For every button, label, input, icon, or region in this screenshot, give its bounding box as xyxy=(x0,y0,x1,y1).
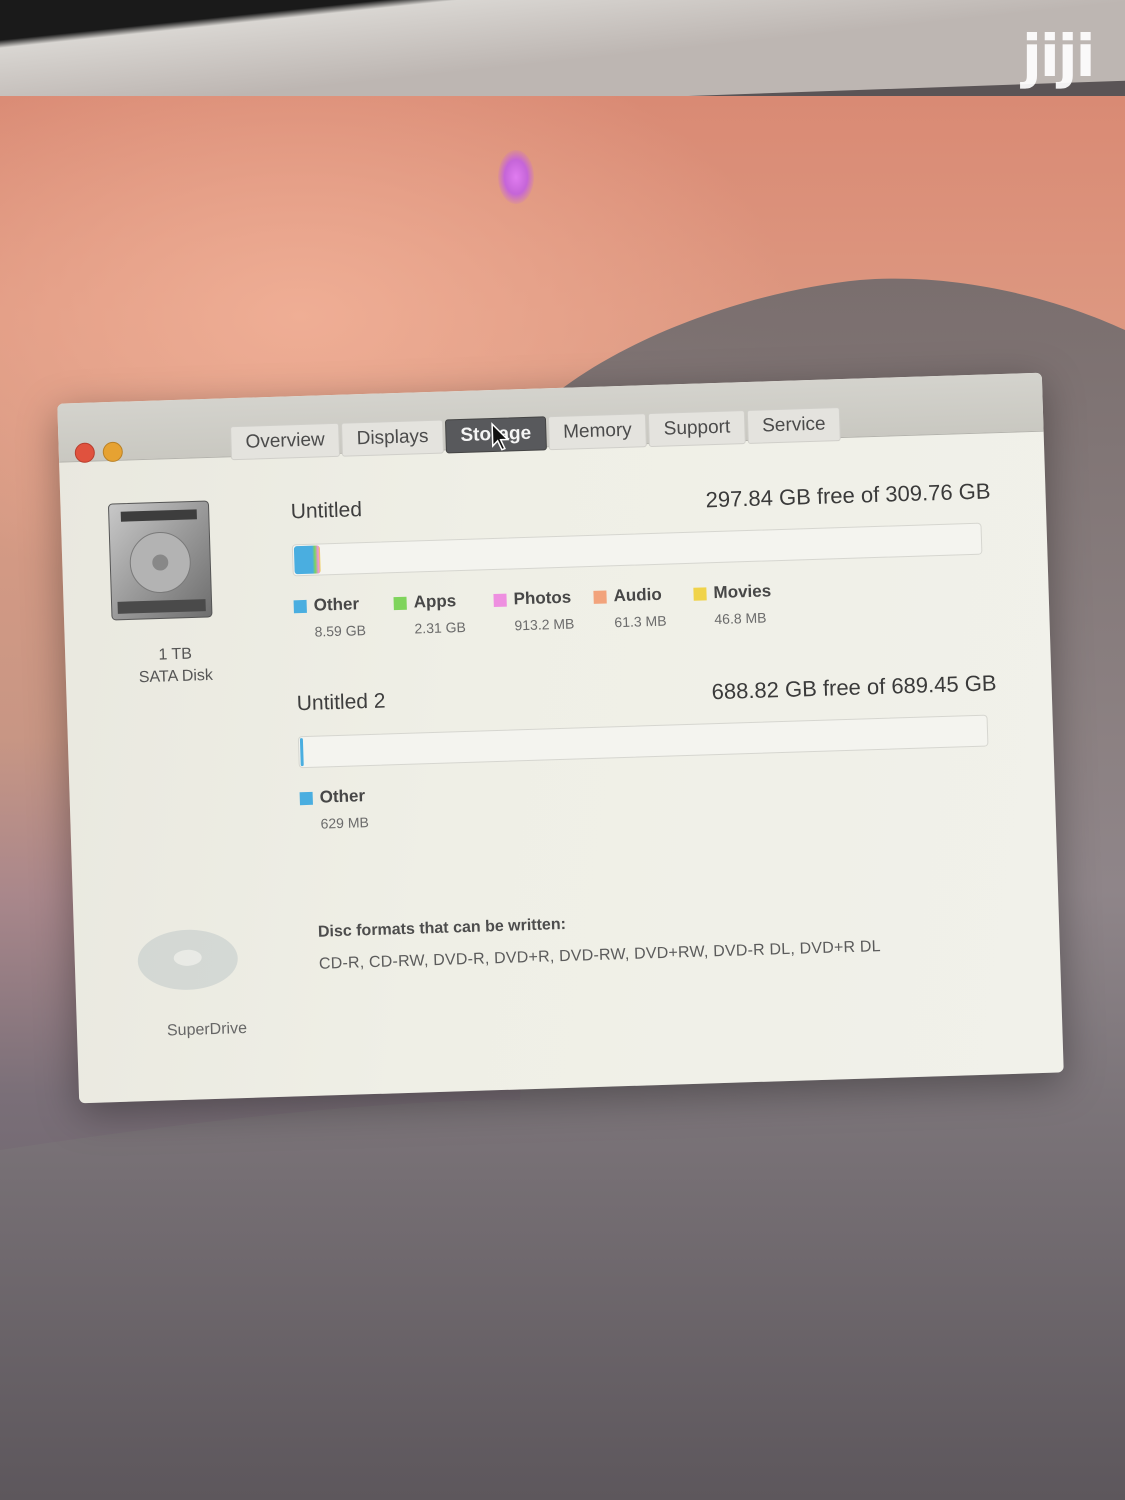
legend-item-movies: Movies 46.8 MB xyxy=(693,581,790,628)
legend-size: 46.8 MB xyxy=(714,609,767,628)
about-this-mac-window: Overview Displays Storage Memory Support… xyxy=(57,372,1064,1104)
legend-size: 629 MB xyxy=(320,814,370,832)
disc-formats-list: CD-R, CD-RW, DVD-R, DVD+R, DVD-RW, DVD+R… xyxy=(318,938,882,973)
legend-label: Other xyxy=(313,594,360,615)
tab-memory[interactable]: Memory xyxy=(547,413,648,451)
legend-item-audio: Audio 61.3 MB xyxy=(593,584,690,631)
disk-type: SATA Disk xyxy=(138,666,214,687)
volume-name: Untitled xyxy=(290,498,363,524)
close-window-button[interactable] xyxy=(74,442,96,464)
tab-service[interactable]: Service xyxy=(746,407,842,444)
storage-bar-used xyxy=(293,545,322,575)
legend-item-photos: Photos 913.2 MB xyxy=(493,587,590,634)
volume-untitled-2: Untitled 2 688.82 GB free of 689.45 GB O… xyxy=(296,670,1001,852)
volume-name: Untitled 2 xyxy=(296,689,386,716)
legend-size: 913.2 MB xyxy=(514,615,575,634)
storage-bar xyxy=(297,714,989,769)
tab-displays[interactable]: Displays xyxy=(341,419,445,457)
legend-item-other: Other 629 MB xyxy=(299,785,396,832)
mouse-pointer-icon xyxy=(491,422,510,451)
tab-bar: Overview Displays Storage Memory Support… xyxy=(230,407,843,461)
legend-label: Movies xyxy=(713,581,772,603)
legend-size: 2.31 GB xyxy=(414,618,467,637)
jiji-watermark-logo: jiji xyxy=(1022,22,1096,90)
disk-caption: 1 TB SATA Disk xyxy=(95,642,256,691)
hard-disk-icon xyxy=(108,500,213,621)
storage-bar-used xyxy=(299,738,304,767)
legend-label: Apps xyxy=(413,591,457,612)
tab-overview[interactable]: Overview xyxy=(230,422,341,461)
disc-formats-title: Disc formats that can be written: xyxy=(317,915,567,941)
storage-bar xyxy=(291,522,983,577)
legend-size: 61.3 MB xyxy=(614,612,667,631)
legend-item-other: Other 8.59 GB xyxy=(293,593,390,640)
legend-size: 8.59 GB xyxy=(314,622,367,640)
minimize-window-button[interactable] xyxy=(102,441,124,463)
volume-free-space: 297.84 GB free of 309.76 GB xyxy=(705,478,991,513)
legend-label: Audio xyxy=(613,584,662,606)
swatch-photos xyxy=(493,593,507,607)
storage-legend: Other 8.59 GB Apps 2.31 GB Photos 913.2 … xyxy=(293,581,794,641)
swatch-apps xyxy=(393,596,407,610)
volume-untitled: Untitled 297.84 GB free of 309.76 GB Oth… xyxy=(290,478,995,660)
legend-item-apps: Apps 2.31 GB xyxy=(393,590,490,637)
swatch-other xyxy=(293,599,307,613)
swatch-audio xyxy=(593,589,607,604)
storage-legend: Other 629 MB xyxy=(299,785,400,832)
superdrive-icon xyxy=(137,929,238,990)
tab-support[interactable]: Support xyxy=(648,410,746,448)
swatch-movies xyxy=(693,586,707,601)
superdrive-label: SuperDrive xyxy=(166,1019,248,1040)
volume-free-space: 688.82 GB free of 689.45 GB xyxy=(711,670,997,705)
cursor-glow xyxy=(498,150,534,204)
swatch-other xyxy=(299,791,313,805)
legend-label: Photos xyxy=(513,587,572,609)
legend-label: Other xyxy=(319,786,366,807)
